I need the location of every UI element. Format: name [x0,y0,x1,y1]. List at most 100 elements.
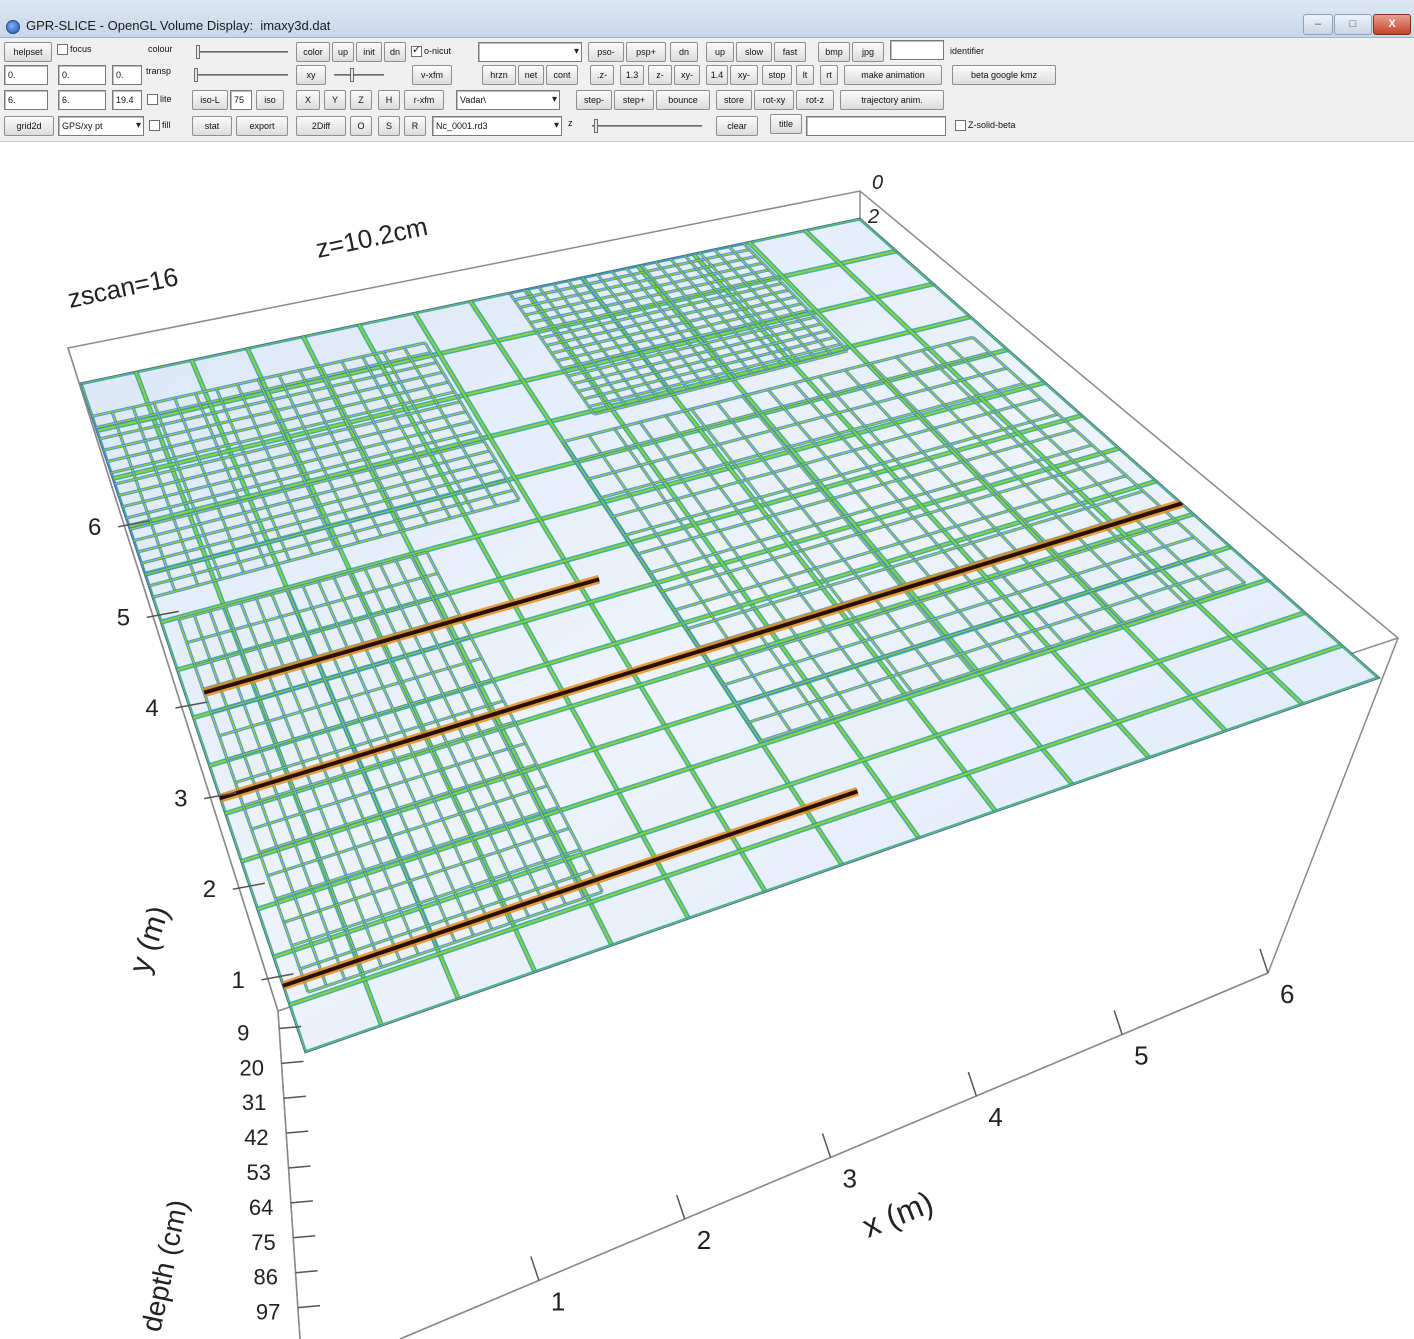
up-step-button[interactable]: up [706,42,734,62]
z-slider-label: z [568,118,573,128]
stat-button[interactable]: stat [192,116,232,136]
psp-plus-button[interactable]: psp+ [626,42,666,62]
slider-track [194,74,288,76]
y-view-button[interactable]: Y [324,90,346,110]
z-solid-beta-checkbox[interactable]: Z-solid-beta [954,116,1054,136]
depth-tick-mark [286,1130,309,1134]
identifier-input[interactable] [890,40,944,60]
store-button[interactable]: store [716,90,752,110]
slow-button[interactable]: slow [736,42,772,62]
pso-minus-button[interactable]: pso- [588,42,624,62]
slider-thumb[interactable] [594,119,598,133]
z-slider[interactable] [586,116,706,136]
volume-plot-svg: zscan=16 z=10.2cm 123456 y (m) 920314253… [65,172,1400,1339]
export-button[interactable]: export [236,116,288,136]
bmp-button[interactable]: bmp [818,42,850,62]
2diff-button[interactable]: 2Diff [296,116,346,136]
iso-value-field[interactable]: 75 [230,90,252,110]
control-toolbar: helpset focus colour color up init dn o-… [0,38,1414,142]
maximize-button[interactable]: □ [1334,14,1372,35]
z-min-field[interactable]: 0. [112,65,142,85]
rot-z-button[interactable]: rot-z [796,90,834,110]
x-view-button[interactable]: X [296,90,320,110]
xy-minus-button[interactable]: xy- [674,65,700,85]
jpg-button[interactable]: jpg [852,42,884,62]
depth-tick-label: 31 [242,1090,266,1115]
z-max-field[interactable]: 19.4 [112,90,142,110]
helpset-button[interactable]: helpset [4,42,52,62]
transp-slider[interactable] [188,65,292,85]
stop-button[interactable]: stop [762,65,792,85]
step-minus-button[interactable]: step- [576,90,612,110]
scale-14-button[interactable]: 1.4 [706,65,728,85]
xy-button[interactable]: xy [296,65,326,85]
title-button[interactable]: title [770,114,802,134]
trajectory-anim-button[interactable]: trajectory anim. [840,90,944,110]
iso-button[interactable]: iso [256,90,284,110]
slider-thumb[interactable] [196,45,200,59]
make-animation-button[interactable]: make animation [844,65,942,85]
xy-slider[interactable] [328,65,388,85]
r-button[interactable]: R [404,116,426,136]
y-tick-label: 4 [145,695,158,722]
depth-tick-mark [283,1095,306,1099]
bounce-button[interactable]: bounce [656,90,710,110]
colour-slider[interactable] [190,42,292,62]
scale-13-button[interactable]: 1.3 [620,65,644,85]
clear-button[interactable]: clear [716,116,758,136]
depth-tick-mark [288,1165,311,1169]
z-view-button[interactable]: Z [350,90,372,110]
v-xfm-button[interactable]: v-xfm [412,65,452,85]
palette-select[interactable]: Vadar\ [456,90,560,110]
nicut-select[interactable] [478,42,582,62]
depth-tick-label: 97 [256,1300,280,1325]
x-tick-mark [675,1194,686,1220]
dn-step-button[interactable]: dn [670,42,698,62]
depth-tick-mark [293,1235,316,1239]
o-button[interactable]: O [350,116,372,136]
x-max-field[interactable]: 6. [4,90,48,110]
fill-checkbox[interactable]: fill [148,116,190,136]
close-button[interactable]: X [1373,14,1411,35]
grid2d-button[interactable]: grid2d [4,116,54,136]
z-minus-button[interactable]: z- [648,65,672,85]
focus-checkbox[interactable]: focus [56,40,108,60]
fast-button[interactable]: fast [774,42,806,62]
color-button[interactable]: color [296,42,330,62]
volume-display-canvas[interactable]: zscan=16 z=10.2cm 123456 y (m) 9 20 31 42 53… [0,143,1414,1339]
o-nicut-checkbox[interactable]: o-nicut [410,42,476,62]
gps-select[interactable]: GPS/xy pt [58,116,144,136]
dn-button[interactable]: dn [384,42,406,62]
depth-tick-mark [297,1304,320,1309]
r-xfm-button[interactable]: r-xfm [404,90,444,110]
beta-google-kmz-button[interactable]: beta google kmz [952,65,1056,85]
hrzn-button[interactable]: hrzn [482,65,516,85]
step-plus-button[interactable]: step+ [614,90,654,110]
x-axis-ticks: 1 2 3 4 5 6 [530,948,1294,1316]
y-min-field[interactable]: 0. [58,65,106,85]
slider-thumb[interactable] [350,68,354,82]
y-max-field[interactable]: 6. [58,90,106,110]
window-titlebar[interactable]: GPR-SLICE - OpenGL Volume Display: imaxy… [0,0,1414,38]
lt-button[interactable]: lt [796,65,814,85]
z-small-button[interactable]: .z- [590,65,614,85]
s-button[interactable]: S [378,116,400,136]
rot-xy-button[interactable]: rot-xy [754,90,794,110]
xy-dash-button[interactable]: xy- [730,65,758,85]
title-input[interactable] [806,116,946,136]
corner-tick-0: 0 [872,172,883,194]
minimize-button[interactable]: – [1303,14,1333,35]
file-select[interactable]: Nc_0001.rd3 [432,116,562,136]
slider-thumb[interactable] [194,68,198,82]
up-button[interactable]: up [332,42,354,62]
h-view-button[interactable]: H [378,90,400,110]
cont-button[interactable]: cont [546,65,578,85]
x-tick-label: 2 [697,1225,711,1255]
x-min-field[interactable]: 0. [4,65,48,85]
rt-button[interactable]: rt [820,65,838,85]
x-tick-label: 6 [1280,979,1294,1009]
lite-checkbox[interactable]: lite [146,90,186,110]
iso-l-button[interactable]: iso-L [192,90,228,110]
init-button[interactable]: init [356,42,382,62]
net-button[interactable]: net [518,65,544,85]
